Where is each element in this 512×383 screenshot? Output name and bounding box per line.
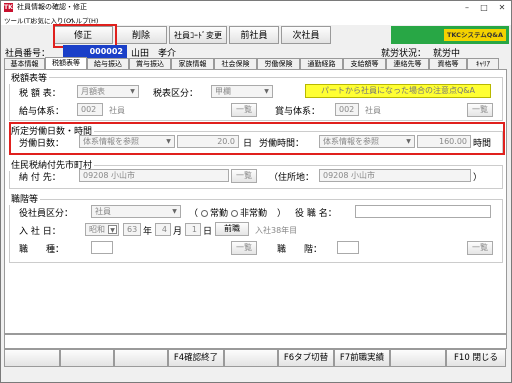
- payee-label: 納 付 先：: [19, 173, 61, 183]
- payee-field[interactable]: 09208 小山市: [79, 169, 229, 182]
- job-type-list-button[interactable]: 一覧: [231, 241, 257, 255]
- pay-system-name: 社員: [109, 106, 125, 115]
- tab-salary-transfer[interactable]: 給与振込: [87, 58, 129, 69]
- fkey-f1[interactable]: [4, 349, 60, 367]
- bonus-system-label: 賞与体系：: [275, 107, 321, 117]
- tab-bonus-transfer[interactable]: 賞与振込: [129, 58, 171, 69]
- fulltime-radio[interactable]: 常勤: [201, 206, 228, 219]
- previous-job-button[interactable]: 前職: [215, 222, 249, 236]
- tab-family[interactable]: 家族情報: [171, 58, 214, 69]
- tax-group-title: 税額表等: [9, 71, 50, 84]
- tab-career[interactable]: ｷｬﾘｱ: [467, 58, 499, 69]
- bonus-system-list-button[interactable]: 一覧: [467, 103, 493, 117]
- status-bar: [4, 334, 507, 349]
- job-type-label: 職 種：: [19, 245, 65, 255]
- app-icon: TKC: [4, 3, 17, 12]
- tab-basic[interactable]: 基本情報: [4, 58, 45, 69]
- pay-system-code[interactable]: 002: [77, 103, 103, 116]
- app-window: TKC 社員情報の確認・修正 – □ ✕ ツール(T) お気に入り(O) ヘルプ…: [0, 0, 512, 383]
- join-day-field[interactable]: 1: [185, 223, 201, 236]
- tkc-qa-logo[interactable]: TKCシステムQ&A: [444, 29, 506, 41]
- payee-list-button[interactable]: 一覧: [231, 169, 257, 183]
- paren-close: ）: [277, 209, 287, 219]
- era-select[interactable]: 昭和 ▼: [85, 223, 119, 236]
- window-title: 社員情報の確認・修正: [17, 3, 87, 11]
- address-label: （住所地：: [269, 173, 315, 183]
- fkey-f3[interactable]: [114, 349, 168, 367]
- rank-field[interactable]: [337, 241, 359, 254]
- chevron-down-icon: ▼: [130, 88, 135, 95]
- join-year-field[interactable]: 63: [123, 223, 141, 236]
- tab-bar: 基本情報 税額表等 給与振込 賞与振込 家族情報 社会保険 労働保険 通勤経路 …: [1, 57, 511, 69]
- code-change-button[interactable]: 社員ｺｰﾄﾞ変更: [169, 26, 227, 44]
- pay-system-label: 給与体系：: [19, 107, 65, 117]
- position-group-title: 職階等: [9, 192, 41, 205]
- function-key-bar: F4確認終了 F6タブ切替 F7前職実績 F10 閉じる: [1, 349, 511, 367]
- join-date-label: 入 社 日：: [19, 227, 61, 237]
- rank-list-button[interactable]: 一覧: [467, 241, 493, 255]
- fkey-f8[interactable]: [390, 349, 446, 367]
- join-years-note: 入社38年目: [255, 226, 298, 235]
- chevron-down-icon: ▼: [172, 208, 177, 215]
- tab-payments[interactable]: 支給額等: [343, 58, 386, 69]
- chevron-down-icon: ▼: [108, 225, 117, 234]
- tax-table-label: 税 額 表：: [19, 89, 61, 99]
- tax-class-select[interactable]: 甲欄 ▼: [211, 85, 273, 98]
- fkey-f5[interactable]: [224, 349, 278, 367]
- fkey-f2[interactable]: [60, 349, 114, 367]
- pay-system-list-button[interactable]: 一覧: [231, 103, 257, 117]
- next-employee-button[interactable]: 次社員: [281, 26, 331, 44]
- part-to-employee-qa-button[interactable]: パートから社員になった場合の注意点Q&A: [305, 84, 491, 98]
- job-title-label: 役 職 名：: [295, 209, 337, 219]
- f6-tab-switch-button[interactable]: F6タブ切替: [278, 349, 334, 367]
- chevron-down-icon: ▼: [264, 88, 269, 95]
- radio-icon: [201, 210, 208, 217]
- rank-label: 職 階：: [277, 245, 323, 255]
- title-bar: TKC 社員情報の確認・修正 – □ ✕: [1, 1, 511, 14]
- tax-class-label: 税表区分：: [153, 89, 199, 99]
- paren-open: （: [189, 209, 199, 219]
- tab-panel: 税額表等 税 額 表： 月額表 ▼ 税表区分： 甲欄 ▼ パートから社員になった場合…: [4, 69, 507, 334]
- prev-employee-button[interactable]: 前社員: [229, 26, 279, 44]
- minimize-icon[interactable]: –: [459, 1, 475, 14]
- tax-table-select[interactable]: 月額表 ▼: [77, 85, 139, 98]
- menu-tools[interactable]: ツール(T): [4, 15, 33, 25]
- day-unit: 日: [203, 227, 213, 237]
- radio-icon: [231, 210, 238, 217]
- parttime-radio[interactable]: 非常勤: [231, 206, 267, 219]
- tab-qualifications[interactable]: 資格等: [429, 58, 467, 69]
- officer-class-label: 役社員区分：: [19, 209, 74, 219]
- delete-button[interactable]: 削除: [115, 26, 167, 44]
- job-type-field[interactable]: [91, 241, 113, 254]
- maximize-icon[interactable]: □: [476, 1, 492, 14]
- year-unit: 年: [143, 227, 153, 237]
- tkc-banner: TKCシステムQ&A: [391, 26, 509, 44]
- tab-labor-insurance[interactable]: 労働保険: [257, 58, 300, 69]
- month-unit: 月: [173, 227, 183, 237]
- tab-commute[interactable]: 通勤経路: [300, 58, 343, 69]
- officer-class-select[interactable]: 社員 ▼: [91, 205, 181, 218]
- join-month-field[interactable]: 4: [155, 223, 171, 236]
- job-title-field[interactable]: [355, 205, 491, 218]
- f7-previous-job-button[interactable]: F7前職実績: [334, 349, 390, 367]
- address-close: ）: [473, 173, 483, 183]
- tab-contact[interactable]: 連絡先等: [386, 58, 429, 69]
- bonus-system-name: 社員: [365, 106, 381, 115]
- close-icon[interactable]: ✕: [494, 1, 510, 14]
- f4-confirm-exit-button[interactable]: F4確認終了: [168, 349, 224, 367]
- highlight-work-days: [9, 122, 505, 155]
- tab-tax[interactable]: 税額表等: [45, 57, 87, 69]
- address-field[interactable]: 09208 小山市: [319, 169, 471, 182]
- tab-social-insurance[interactable]: 社会保険: [214, 58, 257, 69]
- f10-close-button[interactable]: F10 閉じる: [446, 349, 506, 367]
- bonus-system-code[interactable]: 002: [335, 103, 359, 116]
